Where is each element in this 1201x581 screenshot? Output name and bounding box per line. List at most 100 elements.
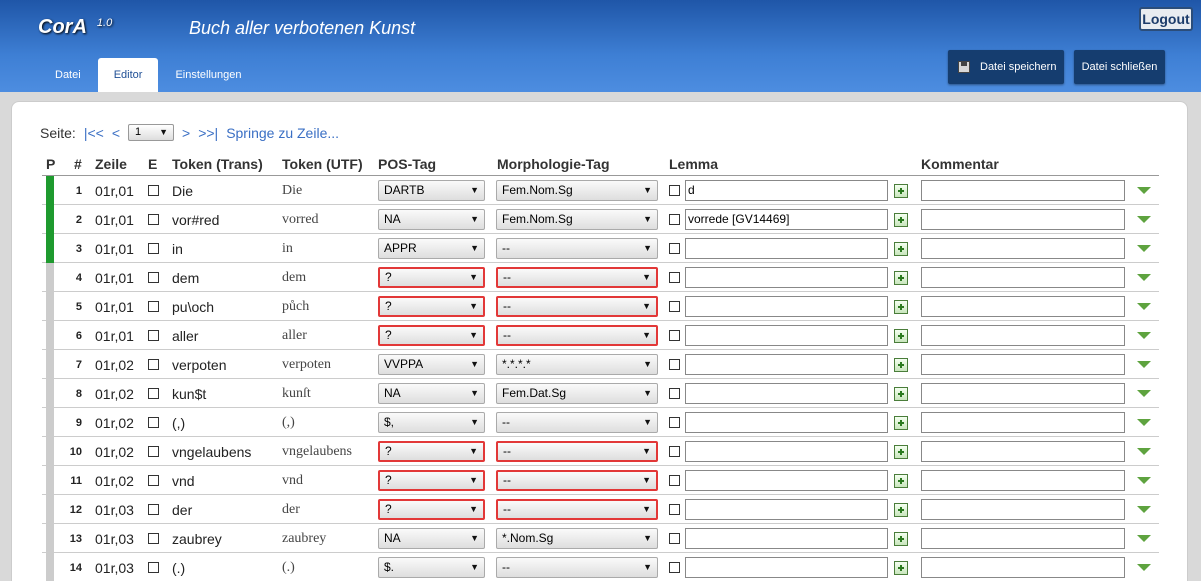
pos-tag-select[interactable]: NA ▼ xyxy=(378,209,485,230)
tab-editor[interactable]: Editor xyxy=(97,58,159,92)
comment-input[interactable] xyxy=(921,296,1125,317)
add-lemma-icon[interactable] xyxy=(894,184,908,198)
pos-tag-select[interactable]: ? ▼ xyxy=(378,296,485,317)
lemma-input[interactable]: vorrede [GV14469] xyxy=(685,209,888,230)
pos-tag-select[interactable]: DARTB ▼ xyxy=(378,180,485,201)
morph-tag-select[interactable]: -- ▼ xyxy=(496,267,658,288)
progress-marker[interactable] xyxy=(46,466,54,495)
progress-marker[interactable] xyxy=(46,408,54,437)
save-file-button[interactable]: Datei speichern xyxy=(948,50,1064,84)
last-page-link[interactable]: >>| xyxy=(198,125,218,141)
progress-marker[interactable] xyxy=(46,437,54,466)
lemma-checkbox[interactable] xyxy=(669,185,680,196)
lemma-checkbox[interactable] xyxy=(669,359,680,370)
morph-tag-select[interactable]: -- ▼ xyxy=(496,499,658,520)
lemma-checkbox[interactable] xyxy=(669,533,680,544)
next-page-link[interactable]: > xyxy=(182,125,190,141)
edit-checkbox[interactable] xyxy=(148,330,159,341)
expand-triangle-icon[interactable] xyxy=(1137,477,1151,484)
progress-marker[interactable] xyxy=(46,234,54,263)
comment-input[interactable] xyxy=(921,180,1125,201)
lemma-checkbox[interactable] xyxy=(669,475,680,486)
lemma-input[interactable] xyxy=(685,354,888,375)
expand-triangle-icon[interactable] xyxy=(1137,245,1151,252)
lemma-checkbox[interactable] xyxy=(669,330,680,341)
lemma-input[interactable] xyxy=(685,412,888,433)
comment-input[interactable] xyxy=(921,499,1125,520)
comment-input[interactable] xyxy=(921,383,1125,404)
morph-tag-select[interactable]: Fem.Dat.Sg ▼ xyxy=(496,383,658,404)
expand-triangle-icon[interactable] xyxy=(1137,216,1151,223)
morph-tag-select[interactable]: -- ▼ xyxy=(496,470,658,491)
add-lemma-icon[interactable] xyxy=(894,213,908,227)
morph-tag-select[interactable]: -- ▼ xyxy=(496,412,658,433)
pos-tag-select[interactable]: ? ▼ xyxy=(378,499,485,520)
morph-tag-select[interactable]: *.*.*.* ▼ xyxy=(496,354,658,375)
pos-tag-select[interactable]: VVPPA ▼ xyxy=(378,354,485,375)
pos-tag-select[interactable]: $. ▼ xyxy=(378,557,485,578)
morph-tag-select[interactable]: Fem.Nom.Sg ▼ xyxy=(496,209,658,230)
expand-triangle-icon[interactable] xyxy=(1137,361,1151,368)
first-page-link[interactable]: |<< xyxy=(84,125,104,141)
expand-triangle-icon[interactable] xyxy=(1137,506,1151,513)
edit-checkbox[interactable] xyxy=(148,185,159,196)
expand-triangle-icon[interactable] xyxy=(1137,274,1151,281)
add-lemma-icon[interactable] xyxy=(894,561,908,575)
close-file-button[interactable]: Datei schließen xyxy=(1074,50,1165,84)
pos-tag-select[interactable]: ? ▼ xyxy=(378,441,485,462)
progress-marker[interactable] xyxy=(46,176,54,205)
morph-tag-select[interactable]: -- ▼ xyxy=(496,325,658,346)
progress-marker[interactable] xyxy=(46,350,54,379)
edit-checkbox[interactable] xyxy=(148,359,159,370)
edit-checkbox[interactable] xyxy=(148,243,159,254)
lemma-checkbox[interactable] xyxy=(669,272,680,283)
lemma-input[interactable] xyxy=(685,557,888,578)
edit-checkbox[interactable] xyxy=(148,475,159,486)
lemma-checkbox[interactable] xyxy=(669,301,680,312)
pos-tag-select[interactable]: ? ▼ xyxy=(378,267,485,288)
progress-marker[interactable] xyxy=(46,379,54,408)
add-lemma-icon[interactable] xyxy=(894,474,908,488)
comment-input[interactable] xyxy=(921,528,1125,549)
expand-triangle-icon[interactable] xyxy=(1137,332,1151,339)
expand-triangle-icon[interactable] xyxy=(1137,535,1151,542)
lemma-checkbox[interactable] xyxy=(669,214,680,225)
progress-marker[interactable] xyxy=(46,205,54,234)
edit-checkbox[interactable] xyxy=(148,214,159,225)
comment-input[interactable] xyxy=(921,209,1125,230)
lemma-input[interactable] xyxy=(685,325,888,346)
progress-marker[interactable] xyxy=(46,263,54,292)
lemma-input[interactable] xyxy=(685,383,888,404)
pos-tag-select[interactable]: NA ▼ xyxy=(378,528,485,549)
pos-tag-select[interactable]: NA ▼ xyxy=(378,383,485,404)
pos-tag-select[interactable]: ? ▼ xyxy=(378,325,485,346)
comment-input[interactable] xyxy=(921,238,1125,259)
morph-tag-select[interactable]: -- ▼ xyxy=(496,296,658,317)
edit-checkbox[interactable] xyxy=(148,388,159,399)
pos-tag-select[interactable]: ? ▼ xyxy=(378,470,485,491)
edit-checkbox[interactable] xyxy=(148,504,159,515)
lemma-input[interactable] xyxy=(685,296,888,317)
lemma-checkbox[interactable] xyxy=(669,388,680,399)
pos-tag-select[interactable]: $, ▼ xyxy=(378,412,485,433)
lemma-checkbox[interactable] xyxy=(669,504,680,515)
tab-einstellungen[interactable]: Einstellungen xyxy=(158,58,258,92)
edit-checkbox[interactable] xyxy=(148,272,159,283)
add-lemma-icon[interactable] xyxy=(894,387,908,401)
expand-triangle-icon[interactable] xyxy=(1137,303,1151,310)
morph-tag-select[interactable]: -- ▼ xyxy=(496,557,658,578)
edit-checkbox[interactable] xyxy=(148,417,159,428)
lemma-checkbox[interactable] xyxy=(669,243,680,254)
comment-input[interactable] xyxy=(921,325,1125,346)
add-lemma-icon[interactable] xyxy=(894,445,908,459)
lemma-checkbox[interactable] xyxy=(669,446,680,457)
lemma-input[interactable] xyxy=(685,499,888,520)
lemma-input[interactable] xyxy=(685,267,888,288)
tab-datei[interactable]: Datei xyxy=(38,58,98,92)
expand-triangle-icon[interactable] xyxy=(1137,187,1151,194)
edit-checkbox[interactable] xyxy=(148,533,159,544)
add-lemma-icon[interactable] xyxy=(894,329,908,343)
page-select[interactable]: 1 ▼ xyxy=(128,124,174,141)
progress-marker[interactable] xyxy=(46,495,54,524)
expand-triangle-icon[interactable] xyxy=(1137,419,1151,426)
